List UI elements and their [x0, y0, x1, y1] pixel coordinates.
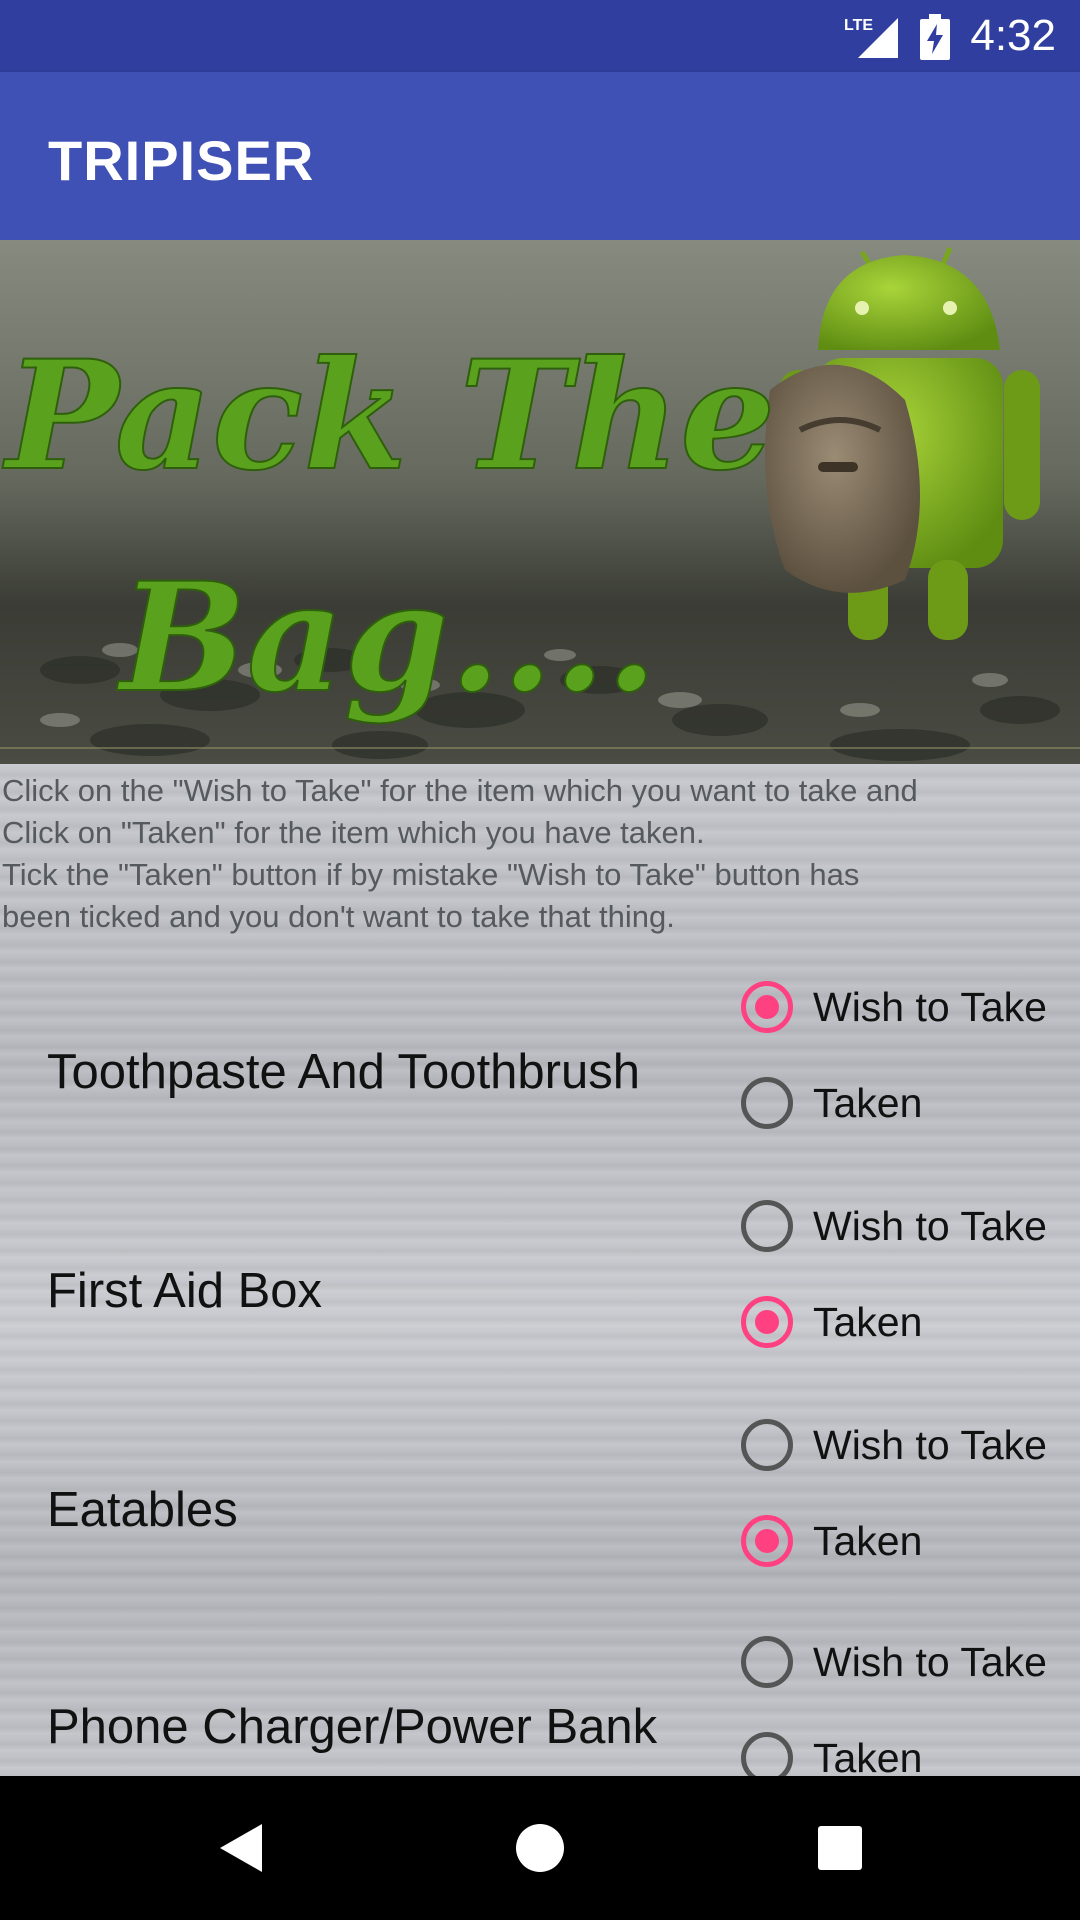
radio-unchecked-icon[interactable] — [741, 1077, 793, 1129]
status-bar: LTE 4:32 — [0, 0, 1080, 72]
banner-illustration: Pack The Bag.... — [0, 240, 1080, 764]
wish-to-take-radio[interactable]: Wish to Take — [740, 1410, 1080, 1480]
wish-to-take-radio[interactable]: Wish to Take — [740, 1627, 1080, 1697]
radio-checked-icon[interactable] — [741, 981, 793, 1033]
radio-checked-icon[interactable] — [741, 1296, 793, 1348]
radio-label: Taken — [813, 1298, 923, 1345]
radio-label: Wish to Take — [813, 1202, 1047, 1249]
radio-checked-icon[interactable] — [741, 1515, 793, 1567]
radio-unchecked-icon[interactable] — [741, 1200, 793, 1252]
item-name: Eatables — [47, 1483, 238, 1537]
wish-to-take-radio[interactable]: Wish to Take — [740, 972, 1080, 1042]
pack-the-bag-banner: Pack The Bag.... — [0, 240, 1080, 764]
home-icon[interactable] — [510, 1818, 570, 1878]
app-bar: TRIPISER — [0, 72, 1080, 240]
status-time: 4:32 — [970, 11, 1056, 60]
item-name: Toothpaste And Toothbrush — [47, 1045, 641, 1099]
wish-to-take-radio[interactable]: Wish to Take — [740, 1191, 1080, 1261]
radio-label: Wish to Take — [813, 983, 1047, 1030]
taken-radio[interactable]: Taken — [740, 1723, 1080, 1776]
taken-radio[interactable]: Taken — [740, 1287, 1080, 1357]
list-item: Toothpaste And Toothbrush Wish to Take T… — [0, 972, 1080, 1190]
checklist-content: Click on the "Wish to Take" for the item… — [0, 764, 1080, 1776]
navigation-bar — [0, 1776, 1080, 1920]
list-item: First Aid Box Wish to Take Taken — [0, 1191, 1080, 1409]
radio-unchecked-icon[interactable] — [741, 1419, 793, 1471]
svg-text:LTE: LTE — [844, 17, 873, 34]
radio-label: Taken — [813, 1734, 923, 1777]
taken-radio[interactable]: Taken — [740, 1068, 1080, 1138]
app-title: TRIPISER — [48, 129, 315, 192]
radio-label: Wish to Take — [813, 1638, 1047, 1685]
item-name: Phone Charger/Power Bank — [47, 1700, 658, 1754]
banner-text-line2: Bag.... — [116, 550, 658, 726]
list-item: Phone Charger/Power Bank Wish to Take Ta… — [0, 1627, 1080, 1776]
battery-charging-icon — [920, 14, 950, 60]
lte-signal-icon: LTE — [844, 17, 898, 58]
radio-label: Taken — [813, 1079, 923, 1126]
recents-icon[interactable] — [810, 1818, 870, 1878]
list-item: Eatables Wish to Take Taken — [0, 1410, 1080, 1628]
banner-text-line1: Pack The — [2, 328, 776, 504]
radio-label: Wish to Take — [813, 1421, 1047, 1468]
instructions-text: Click on the "Wish to Take" for the item… — [2, 773, 918, 934]
taken-radio[interactable]: Taken — [740, 1506, 1080, 1576]
back-icon[interactable] — [210, 1818, 270, 1878]
radio-label: Taken — [813, 1517, 923, 1564]
radio-unchecked-icon[interactable] — [741, 1636, 793, 1688]
item-name: First Aid Box — [47, 1264, 323, 1318]
radio-unchecked-icon[interactable] — [741, 1732, 793, 1776]
